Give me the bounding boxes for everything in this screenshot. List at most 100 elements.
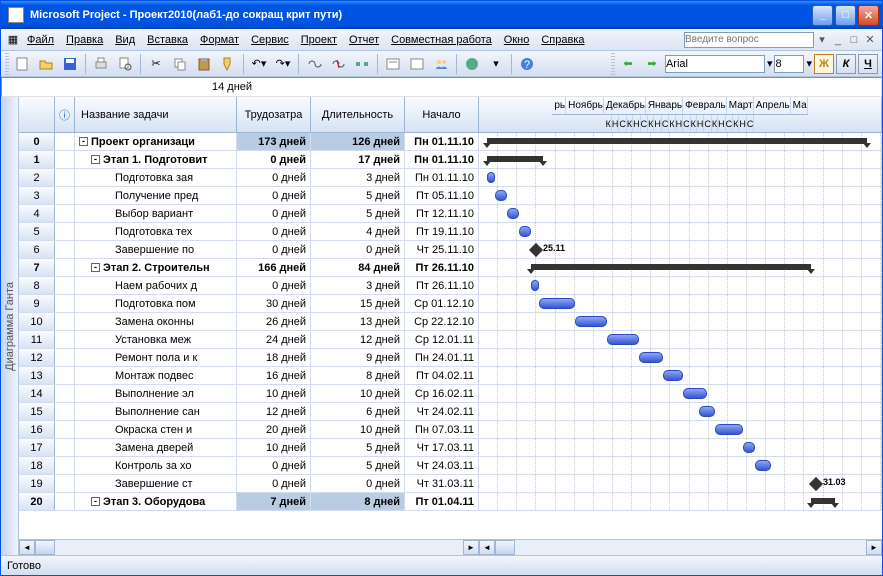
- row-number[interactable]: 10: [19, 313, 55, 330]
- task-name-cell[interactable]: Выполнение эл: [75, 385, 237, 402]
- dur-cell[interactable]: 8 дней: [311, 367, 405, 384]
- task-row[interactable]: 5Подготовка тех0 дней4 днейПт 19.11.10: [19, 223, 882, 241]
- format-painter-button[interactable]: [217, 53, 239, 75]
- work-cell[interactable]: 0 дней: [237, 223, 311, 240]
- start-cell[interactable]: Пн 01.11.10: [405, 169, 479, 186]
- start-cell[interactable]: Пн 01.11.10: [405, 133, 479, 150]
- row-number[interactable]: 5: [19, 223, 55, 240]
- row-number[interactable]: 11: [19, 331, 55, 348]
- row-number[interactable]: 1: [19, 151, 55, 168]
- task-row[interactable]: 10Замена оконны26 дней13 днейСр 22.12.10: [19, 313, 882, 331]
- task-name-cell[interactable]: Завершение ст: [75, 475, 237, 492]
- row-number[interactable]: 0: [19, 133, 55, 150]
- task-info-button[interactable]: [382, 53, 404, 75]
- split-task-button[interactable]: [351, 53, 373, 75]
- task-name-cell[interactable]: Получение пред: [75, 187, 237, 204]
- dur-cell[interactable]: 0 дней: [311, 475, 405, 492]
- task-row[interactable]: 9Подготовка пом30 дней15 днейСр 01.12.10: [19, 295, 882, 313]
- row-number[interactable]: 6: [19, 241, 55, 258]
- redo-button[interactable]: ↷▾: [272, 53, 294, 75]
- task-row[interactable]: 20-Этап 3. Оборудова7 дней8 днейПт 01.04…: [19, 493, 882, 511]
- start-cell[interactable]: Чт 17.03.11: [405, 439, 479, 456]
- cut-button[interactable]: ✂: [145, 53, 167, 75]
- start-cell[interactable]: Пт 19.11.10: [405, 223, 479, 240]
- task-bar[interactable]: [575, 316, 607, 327]
- titlebar[interactable]: Microsoft Project - Проект2010(лаб1-до с…: [1, 1, 882, 29]
- view-bar[interactable]: Диаграмма Ганта: [1, 97, 19, 555]
- font-name-input[interactable]: [665, 55, 765, 73]
- dur-cell[interactable]: 9 дней: [311, 349, 405, 366]
- row-number[interactable]: 2: [19, 169, 55, 186]
- link-task-button[interactable]: [303, 53, 325, 75]
- start-cell[interactable]: Чт 24.02.11: [405, 403, 479, 420]
- task-name-cell[interactable]: Выбор вариант: [75, 205, 237, 222]
- dur-cell[interactable]: 3 дней: [311, 169, 405, 186]
- menu-insert[interactable]: Вставка: [141, 32, 194, 48]
- scroll-thumb[interactable]: [35, 540, 55, 555]
- work-cell[interactable]: 18 дней: [237, 349, 311, 366]
- dur-cell[interactable]: 5 дней: [311, 439, 405, 456]
- row-number[interactable]: 4: [19, 205, 55, 222]
- doc-close-button[interactable]: ✕: [862, 33, 878, 46]
- task-row[interactable]: 16Окраска стен и20 дней10 днейПн 07.03.1…: [19, 421, 882, 439]
- task-row[interactable]: 11Установка меж24 дней12 днейСр 12.01.11: [19, 331, 882, 349]
- dur-cell[interactable]: 3 дней: [311, 277, 405, 294]
- start-cell[interactable]: Пт 26.11.10: [405, 277, 479, 294]
- dur-cell[interactable]: 5 дней: [311, 187, 405, 204]
- task-row[interactable]: 18Контроль за хо0 дней5 днейЧт 24.03.11: [19, 457, 882, 475]
- work-cell[interactable]: 24 дней: [237, 331, 311, 348]
- menu-help[interactable]: Справка: [535, 32, 590, 48]
- task-name-cell[interactable]: Подготовка зая: [75, 169, 237, 186]
- dur-cell[interactable]: 8 дней: [311, 493, 405, 510]
- start-cell[interactable]: Чт 31.03.11: [405, 475, 479, 492]
- print-button[interactable]: [90, 53, 112, 75]
- menu-window[interactable]: Окно: [498, 32, 536, 48]
- task-row[interactable]: 15Выполнение сан12 дней6 днейЧт 24.02.11: [19, 403, 882, 421]
- save-button[interactable]: [59, 53, 81, 75]
- dur-cell[interactable]: 10 дней: [311, 421, 405, 438]
- task-bar[interactable]: [715, 424, 743, 435]
- work-cell[interactable]: 0 дней: [237, 169, 311, 186]
- scroll-thumb[interactable]: [495, 540, 515, 555]
- scroll-left-button[interactable]: ◄: [19, 540, 35, 555]
- task-name-cell[interactable]: Подготовка пом: [75, 295, 237, 312]
- doc-max-button[interactable]: □: [846, 34, 862, 46]
- row-number[interactable]: 13: [19, 367, 55, 384]
- dur-cell[interactable]: 0 дней: [311, 241, 405, 258]
- start-cell[interactable]: Пн 01.11.10: [405, 151, 479, 168]
- row-number[interactable]: 3: [19, 187, 55, 204]
- dur-cell[interactable]: 5 дней: [311, 457, 405, 474]
- task-name-cell[interactable]: Наем рабочих д: [75, 277, 237, 294]
- task-name-cell[interactable]: Контроль за хо: [75, 457, 237, 474]
- start-cell[interactable]: Чт 24.03.11: [405, 457, 479, 474]
- row-number[interactable]: 9: [19, 295, 55, 312]
- start-cell[interactable]: Чт 25.11.10: [405, 241, 479, 258]
- task-row[interactable]: 14Выполнение эл10 дней10 днейСр 16.02.11: [19, 385, 882, 403]
- start-cell[interactable]: Ср 01.12.10: [405, 295, 479, 312]
- dur-cell[interactable]: 17 дней: [311, 151, 405, 168]
- task-row[interactable]: 12Ремонт пола и к18 дней9 днейПн 24.01.1…: [19, 349, 882, 367]
- info-column-header[interactable]: ⓘ: [55, 97, 75, 132]
- row-number[interactable]: 19: [19, 475, 55, 492]
- task-name-cell[interactable]: Выполнение сан: [75, 403, 237, 420]
- help-button[interactable]: ?: [516, 53, 538, 75]
- font-size-input[interactable]: [774, 55, 804, 73]
- underline-button[interactable]: Ч: [858, 54, 878, 74]
- row-number[interactable]: 16: [19, 421, 55, 438]
- publish-button[interactable]: [461, 53, 483, 75]
- summary-bar[interactable]: [487, 138, 867, 144]
- task-name-cell[interactable]: Монтаж подвес: [75, 367, 237, 384]
- work-cell[interactable]: 0 дней: [237, 151, 311, 168]
- paste-button[interactable]: [193, 53, 215, 75]
- doc-restore-button[interactable]: _: [830, 34, 846, 46]
- summary-bar[interactable]: [531, 264, 811, 270]
- summary-bar[interactable]: [811, 498, 835, 504]
- dur-cell[interactable]: 6 дней: [311, 403, 405, 420]
- start-cell[interactable]: Пт 26.11.10: [405, 259, 479, 276]
- task-row[interactable]: 3Получение пред0 дней5 днейПт 05.11.10: [19, 187, 882, 205]
- work-cell[interactable]: 7 дней: [237, 493, 311, 510]
- collapse-icon[interactable]: -: [91, 155, 100, 164]
- work-cell[interactable]: 10 дней: [237, 385, 311, 402]
- dur-cell[interactable]: 126 дней: [311, 133, 405, 150]
- dur-cell[interactable]: 15 дней: [311, 295, 405, 312]
